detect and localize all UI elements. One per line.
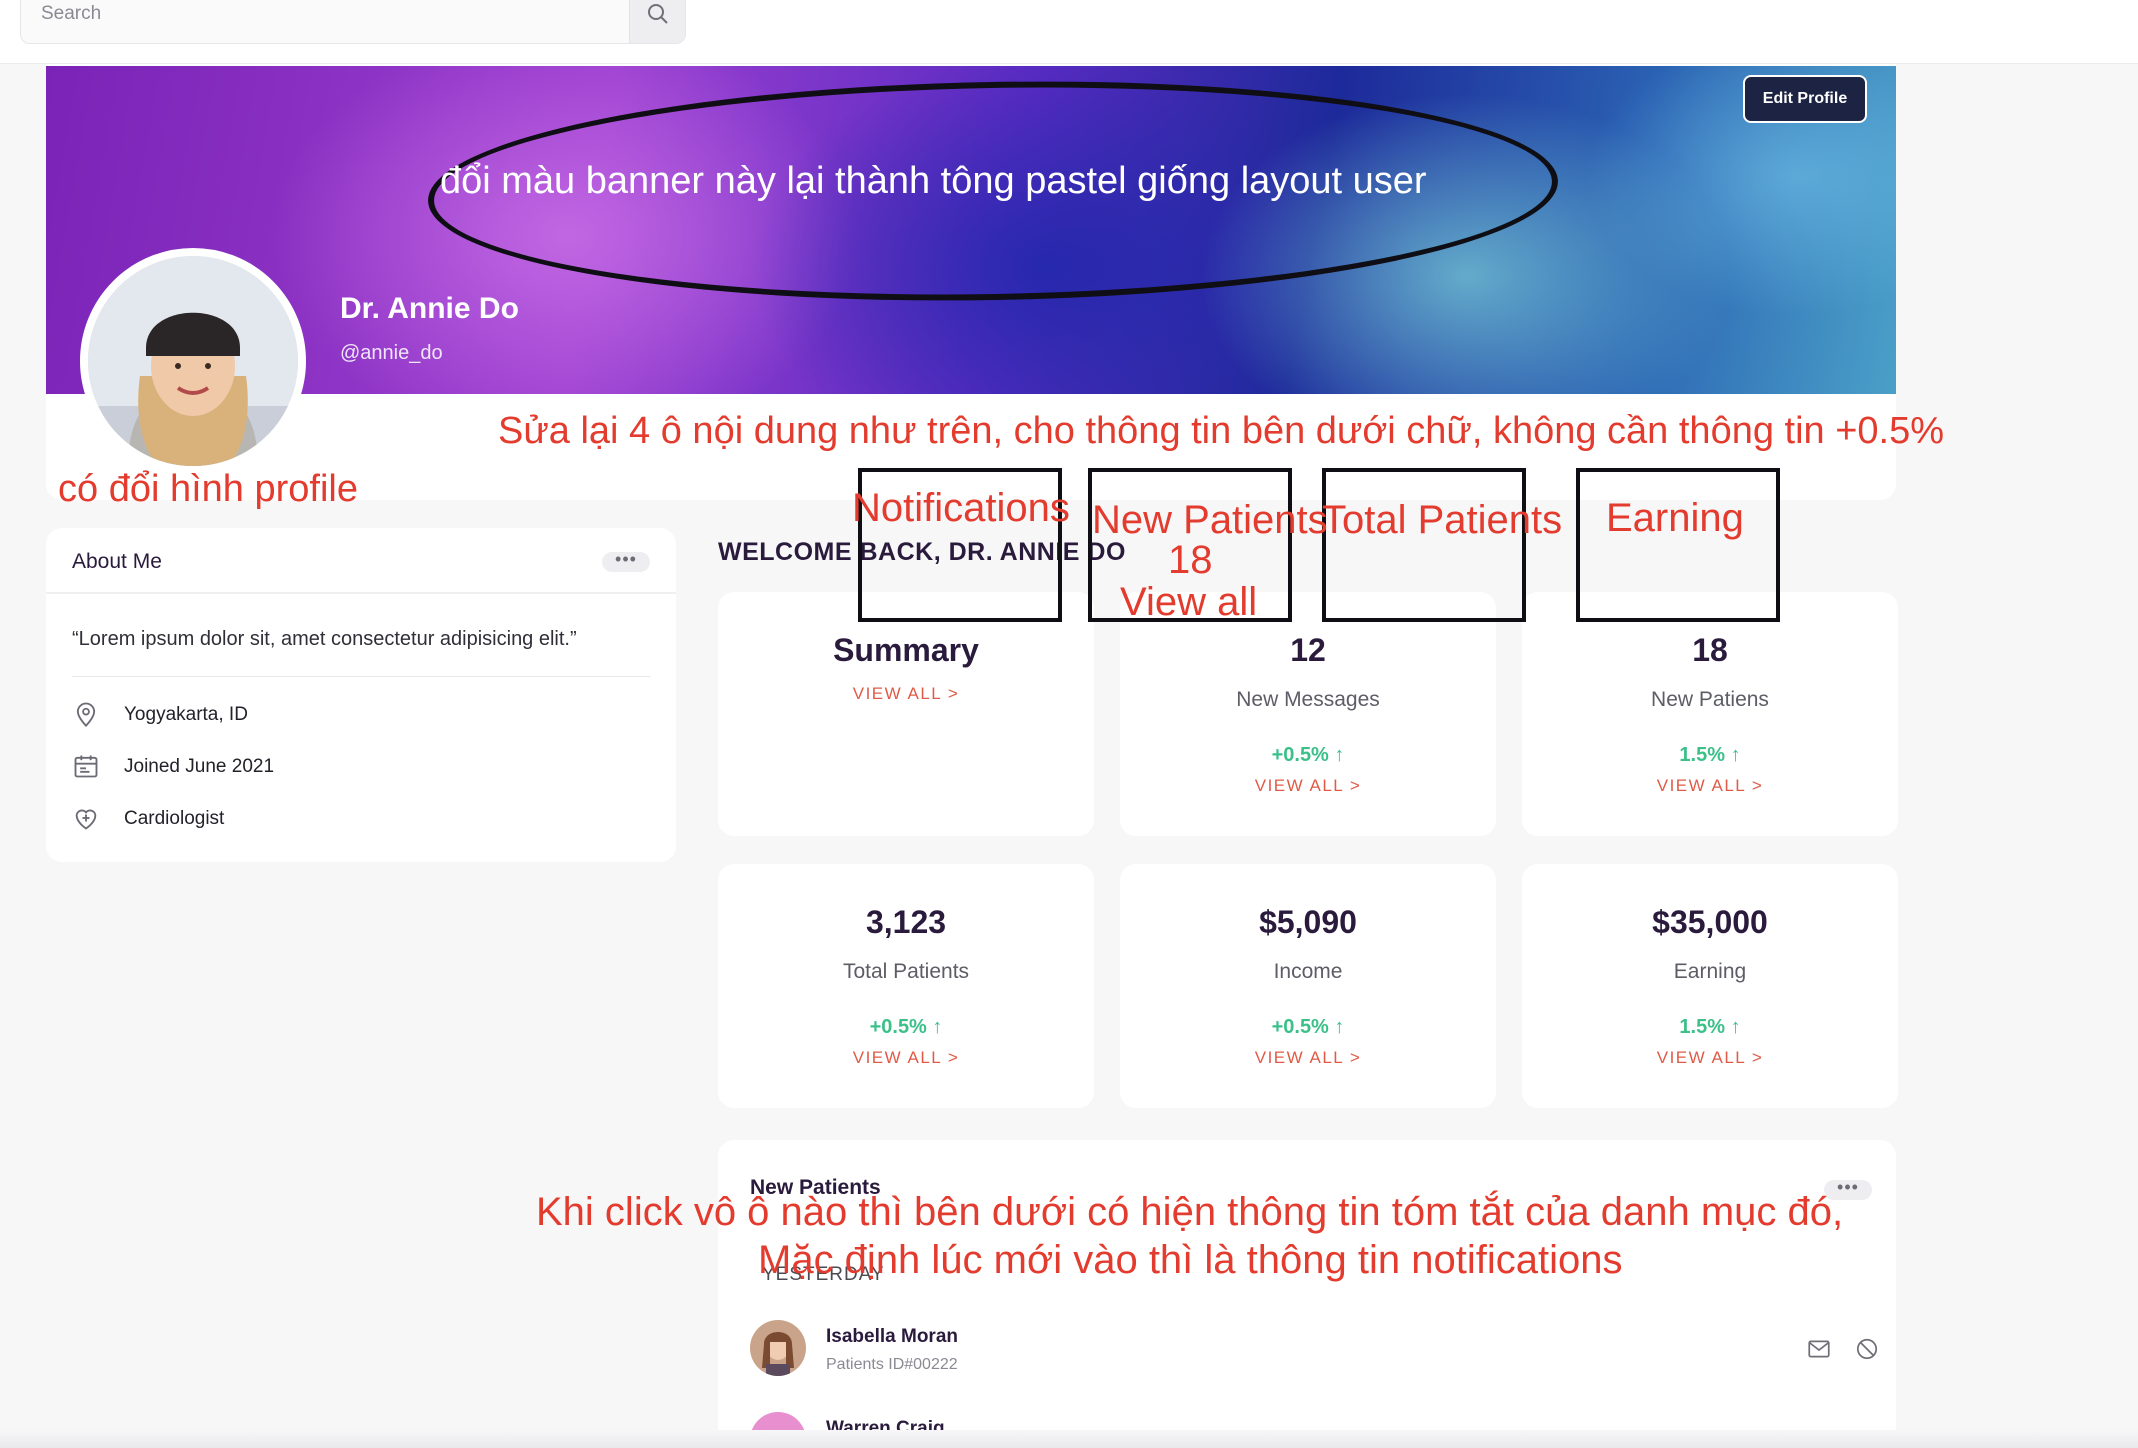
edit-profile-button[interactable]: Edit Profile (1743, 75, 1867, 123)
annotation-box-earning (1576, 468, 1780, 622)
stat-change: +0.5% ↑ (1271, 744, 1345, 766)
patient-avatar (750, 1320, 806, 1376)
location-pin-icon (76, 702, 96, 727)
stat-view-all-link[interactable]: VIEW ALL > (718, 1048, 1094, 1068)
patient-name: Isabella Moran (826, 1326, 958, 1347)
doctor-handle: @annie_do (340, 342, 443, 364)
patient-photo (750, 1320, 806, 1376)
about-more-button[interactable]: ••• (602, 550, 650, 572)
top-bar: Search (0, 0, 2138, 64)
stat-value: $5,090 (1259, 904, 1357, 940)
stat-view-all-link[interactable]: VIEW ALL > (1120, 776, 1496, 796)
divider (46, 592, 676, 594)
stat-label: Income (1273, 960, 1343, 983)
stat-label: New Patiens (1651, 688, 1769, 711)
stat-card-income[interactable]: $5,090 Income +0.5% ↑ VIEW ALL > (1120, 864, 1496, 1108)
stat-change: 1.5% ↑ (1679, 744, 1741, 766)
heart-plus-icon (75, 809, 97, 830)
stat-change: 1.5% ↑ (1679, 1016, 1741, 1038)
stat-value: 3,123 (865, 904, 947, 940)
divider (72, 676, 650, 677)
joined-text: Joined June 2021 (124, 756, 275, 777)
annotation-label-total-patients: Total Patients (1322, 498, 1563, 542)
annotation-click-note-1: Khi click vô ô nào thì bên dưới có hiện … (536, 1190, 1844, 1234)
mail-icon[interactable] (1806, 1336, 1832, 1362)
annotation-box-total-patients (1322, 468, 1526, 622)
location-text: Yogyakarta, ID (124, 704, 248, 725)
summary-title: Summary (833, 632, 979, 668)
stat-label: Total Patients (842, 960, 970, 983)
stat-card-earning[interactable]: $35,000 Earning 1.5% ↑ VIEW ALL > (1522, 864, 1898, 1108)
annotation-profile-note: có đổi hình profile (58, 468, 358, 510)
avatar-photo (88, 256, 298, 466)
stat-value: 12 (1290, 632, 1326, 668)
about-me-card: About Me ••• “Lorem ipsum dolor sit, ame… (46, 528, 676, 862)
stat-card-total-patients[interactable]: 3,123 Total Patients +0.5% ↑ VIEW ALL > (718, 864, 1094, 1108)
stat-label: New Messages (1236, 688, 1380, 711)
stat-card-new-patients[interactable]: 18 New Patiens 1.5% ↑ VIEW ALL > (1522, 592, 1898, 836)
new-patients-card: New Patients ••• YESTERDAY Isabella Mora… (718, 1140, 1896, 1448)
calendar-icon (74, 755, 98, 778)
stat-change: +0.5% ↑ (869, 1016, 943, 1038)
annotation-label-new-patients: New Patients (1092, 498, 1328, 542)
stat-label: Earning (1673, 960, 1747, 983)
annotation-cards-note: Sửa lại 4 ô nội dung như trên, cho thông… (498, 410, 1945, 452)
specialty-text: Cardiologist (124, 808, 225, 829)
stat-view-all-link[interactable]: VIEW ALL > (1120, 1048, 1496, 1068)
summary-card[interactable]: Summary VIEW ALL > (718, 592, 1094, 836)
stat-value: 18 (1692, 632, 1728, 668)
stat-value: $35,000 (1652, 904, 1768, 940)
stat-change: +0.5% ↑ (1271, 1016, 1345, 1038)
search-box[interactable]: Search (20, 0, 686, 44)
patient-row[interactable]: Isabella Moran Patients ID#00222 (750, 1320, 1878, 1380)
annotation-label-earning: Earning (1606, 496, 1744, 540)
annotation-click-note-2: Mặc định lúc mới vào thì là thông tin no… (758, 1238, 1623, 1282)
search-button[interactable] (629, 0, 685, 43)
bottom-shadow (0, 1430, 2138, 1448)
patient-id: Patients ID#00222 (826, 1356, 958, 1373)
annotation-label-notifications: Notifications (852, 486, 1070, 530)
doctor-name: Dr. Annie Do (340, 292, 519, 325)
avatar[interactable] (80, 248, 306, 474)
search-icon (648, 4, 668, 24)
summary-view-all-link[interactable]: VIEW ALL > (718, 684, 1094, 704)
annotation-banner-note: đổi màu banner này lại thành tông pastel… (440, 160, 1427, 202)
about-me-title: About Me (72, 550, 162, 573)
search-input[interactable]: Search (41, 3, 101, 25)
stat-view-all-link[interactable]: VIEW ALL > (1522, 776, 1898, 796)
annotation-label-new-patients-value: 18 (1168, 538, 1213, 582)
block-icon[interactable] (1854, 1336, 1880, 1362)
about-quote: “Lorem ipsum dolor sit, amet consectetur… (72, 628, 577, 650)
stat-view-all-link[interactable]: VIEW ALL > (1522, 1048, 1898, 1068)
stat-card-new-messages[interactable]: 12 New Messages +0.5% ↑ VIEW ALL > (1120, 592, 1496, 836)
annotation-label-view-all: View all (1120, 580, 1258, 624)
